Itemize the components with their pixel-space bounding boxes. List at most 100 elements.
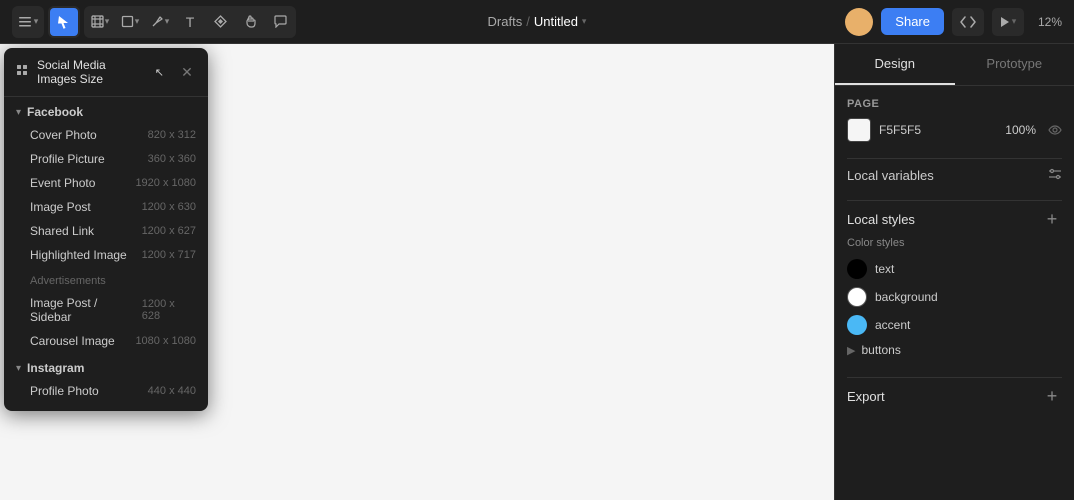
panel-header: Social Media Images Size ↖ ✕ <box>4 48 208 97</box>
local-variables-label: Local variables <box>847 168 934 183</box>
shape-tool[interactable]: ▾ <box>116 8 144 36</box>
document-title[interactable]: Untitled ▾ <box>534 14 587 29</box>
page-opacity-value[interactable]: 100% <box>1005 123 1036 137</box>
buttons-chevron-icon: ▶ <box>847 344 855 357</box>
item-name: Image Post / Sidebar <box>30 296 142 324</box>
item-size: 820 x 312 <box>148 129 196 141</box>
topbar-left: ▾ ▾ <box>12 6 837 38</box>
local-styles-label: Local styles <box>847 212 915 227</box>
page-color-swatch[interactable] <box>847 118 871 142</box>
item-name: Profile Picture <box>30 152 105 166</box>
accent-color-swatch <box>847 315 867 335</box>
section-header-instagram[interactable]: ▾ Instagram <box>4 353 208 379</box>
item-name: Highlighted Image <box>30 248 127 262</box>
tab-design[interactable]: Design <box>835 44 955 85</box>
color-styles-label: Color styles <box>847 237 1062 249</box>
dropdown-panel: Social Media Images Size ↖ ✕ ▾ Facebook … <box>4 48 208 411</box>
page-section: Page F5F5F5 100% <box>847 98 1062 142</box>
right-content: Page F5F5F5 100% Local v <box>835 86 1074 500</box>
topbar-right: Share ▾ 12% <box>845 8 1062 36</box>
list-item[interactable]: Image Post 1200 x 630 <box>4 195 208 219</box>
text-tool[interactable]: T <box>176 8 204 36</box>
visibility-icon[interactable] <box>1048 123 1062 138</box>
breadcrumb: Drafts / Untitled ▾ <box>488 14 587 29</box>
topbar: ▾ ▾ <box>0 0 1074 44</box>
instagram-section-label: Instagram <box>27 361 84 375</box>
page-color-row: F5F5F5 100% <box>847 118 1062 142</box>
item-name: Shared Link <box>30 224 94 238</box>
local-vars-row: Local variables <box>847 167 1062 184</box>
canvas[interactable]: Social Media Images Size ↖ ✕ ▾ Facebook … <box>0 44 834 500</box>
divider-2 <box>847 200 1062 201</box>
buttons-style-label: buttons <box>861 343 900 357</box>
local-variables-settings-icon[interactable] <box>1048 167 1062 184</box>
add-export-button[interactable]: + <box>1042 386 1062 406</box>
list-item[interactable]: Profile Photo 440 x 440 <box>4 379 208 403</box>
list-item[interactable]: Carousel Image 1080 x 1080 <box>4 329 208 353</box>
accent-style-label: accent <box>875 318 910 332</box>
color-style-accent[interactable]: accent <box>847 311 1062 339</box>
drafts-label[interactable]: Drafts <box>488 14 523 29</box>
color-style-background[interactable]: background <box>847 283 1062 311</box>
hand-tool[interactable] <box>236 8 264 36</box>
divider-3 <box>847 377 1062 378</box>
item-name: Carousel Image <box>30 334 115 348</box>
page-section-title: Page <box>847 98 1062 110</box>
item-size: 1200 x 630 <box>142 201 196 213</box>
instagram-chevron-icon: ▾ <box>16 363 21 374</box>
tool-group-menu: ▾ <box>12 6 44 38</box>
title-chevron-icon: ▾ <box>582 16 587 27</box>
code-view-button[interactable] <box>952 8 984 36</box>
instagram-items: Profile Photo 440 x 440 <box>4 379 208 403</box>
share-button[interactable]: Share <box>881 8 944 35</box>
tool-group-select <box>48 6 80 38</box>
right-panel: Design Prototype Page F5F5F5 100% <box>834 44 1074 500</box>
subsection-advertisements: Advertisements <box>4 267 208 291</box>
add-style-button[interactable]: + <box>1042 209 1062 229</box>
background-color-swatch <box>847 287 867 307</box>
right-tabs: Design Prototype <box>835 44 1074 86</box>
list-item[interactable]: Highlighted Image 1200 x 717 <box>4 243 208 267</box>
main-layout: Social Media Images Size ↖ ✕ ▾ Facebook … <box>0 44 1074 500</box>
item-name: Profile Photo <box>30 384 99 398</box>
menu-tool[interactable]: ▾ <box>14 8 42 36</box>
color-style-text[interactable]: text <box>847 255 1062 283</box>
avatar <box>845 8 873 36</box>
panel-title: Social Media Images Size <box>37 58 147 86</box>
comment-tool[interactable] <box>266 8 294 36</box>
zoom-label[interactable]: 12% <box>1032 15 1062 29</box>
page-color-value[interactable]: F5F5F5 <box>879 123 921 137</box>
component-tool[interactable] <box>206 8 234 36</box>
item-size: 1920 x 1080 <box>135 177 196 189</box>
breadcrumb-separator: / <box>526 14 530 29</box>
select-tool[interactable] <box>50 8 78 36</box>
panel-body: ▾ Facebook Cover Photo 820 x 312 Profile… <box>4 97 208 411</box>
background-style-label: background <box>875 290 938 304</box>
local-variables-section: Local variables <box>847 167 1062 184</box>
list-item[interactable]: Cover Photo 820 x 312 <box>4 123 208 147</box>
text-color-swatch <box>847 259 867 279</box>
item-name: Cover Photo <box>30 128 97 142</box>
pen-tool[interactable]: ▾ <box>146 8 174 36</box>
section-header-facebook[interactable]: ▾ Facebook <box>4 97 208 123</box>
present-button[interactable]: ▾ <box>992 8 1024 36</box>
frame-tool[interactable]: ▾ <box>86 8 114 36</box>
panel-close-button[interactable]: ✕ <box>178 63 196 81</box>
facebook-chevron-icon: ▾ <box>16 107 21 118</box>
item-name: Event Photo <box>30 176 95 190</box>
color-styles-subsection: Color styles text background accent <box>847 237 1062 361</box>
facebook-section-label: Facebook <box>27 105 83 119</box>
item-name: Image Post <box>30 200 91 214</box>
item-size: 1080 x 1080 <box>135 335 196 347</box>
tab-prototype[interactable]: Prototype <box>955 44 1074 85</box>
list-item[interactable]: Shared Link 1200 x 627 <box>4 219 208 243</box>
divider <box>847 158 1062 159</box>
list-item[interactable]: Image Post / Sidebar 1200 x 628 <box>4 291 208 329</box>
item-size: 1200 x 717 <box>142 249 196 261</box>
local-styles-section: Local styles + Color styles text backgro… <box>847 209 1062 361</box>
list-item[interactable]: Event Photo 1920 x 1080 <box>4 171 208 195</box>
export-label: Export <box>847 389 885 404</box>
buttons-style-row[interactable]: ▶ buttons <box>847 339 1062 361</box>
list-item[interactable]: Profile Picture 360 x 360 <box>4 147 208 171</box>
title-text: Untitled <box>534 14 578 29</box>
